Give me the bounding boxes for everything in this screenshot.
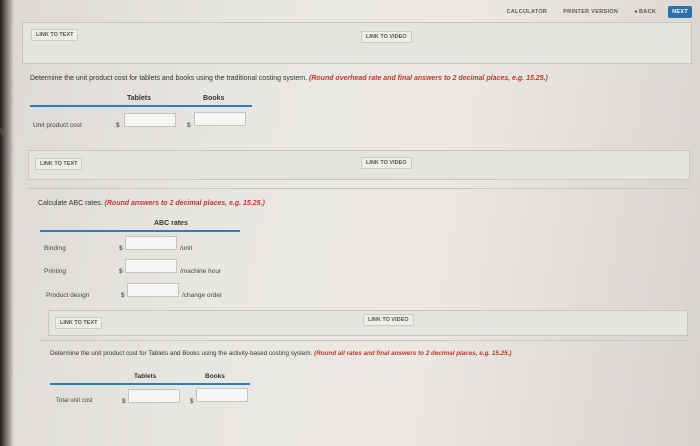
table-header-row [40,216,240,232]
currency-symbol: $ [122,398,126,405]
link-to-text[interactable]: LINK TO TEXT [55,317,103,329]
traditional-instruction: Determine the unit product cost for tabl… [30,75,690,82]
links-panel-lower: LINK TO TEXT LINK TO VIDEO [48,310,688,336]
col-books: Books [205,373,225,380]
link-to-video[interactable]: LINK TO VIDEO [361,157,412,169]
currency-symbol: $ [187,122,191,129]
tablets-total-cost-input[interactable] [128,389,180,403]
product-design-label: Product design [46,292,90,299]
printing-rate-input[interactable] [125,259,177,273]
printer-version-button[interactable]: PRINTER VERSION [559,6,622,18]
col-abc-rates: ABC rates [154,220,188,227]
screen: CALCULATOR PRINTER VERSION ◂ BACK NEXT L… [0,0,700,446]
activity-based-instruction: Determine the unit product cost for Tabl… [50,350,690,357]
unit-product-cost-label: Unit product cost [33,122,82,129]
books-total-cost-input[interactable] [196,388,248,402]
col-tablets: Tablets [127,95,151,102]
currency-symbol: $ [116,122,120,129]
currency-symbol: $ [119,245,123,252]
divider [40,340,690,341]
rounding-note: (Round answers to 2 decimal places, e.g.… [104,200,265,207]
binding-rate-input[interactable] [125,236,177,250]
link-to-text[interactable]: LINK TO TEXT [35,158,83,170]
tablets-unit-cost-input[interactable] [124,113,176,127]
binding-unit: /unit [180,245,193,252]
links-panel-mid: LINK TO TEXT LINK TO VIDEO [28,150,690,180]
books-unit-cost-input[interactable] [194,112,246,126]
rounding-note: (Round all rates and final answers to 2 … [314,350,512,357]
link-to-video[interactable]: LINK TO VIDEO [363,314,414,326]
col-tablets: Tablets [134,373,157,380]
printing-label: Printing [44,268,67,275]
top-toolbar: CALCULATOR PRINTER VERSION ◂ BACK NEXT [503,6,692,18]
divider [28,188,690,189]
instruction-text: Calculate ABC rates. [38,200,103,207]
links-panel-top: LINK TO TEXT LINK TO VIDEO [22,22,692,64]
back-button[interactable]: ◂ BACK [630,6,660,18]
printing-unit: /machine hour [180,268,222,275]
total-unit-cost-label: Total unit cost [56,398,93,404]
link-to-text[interactable]: LINK TO TEXT [31,29,79,41]
currency-symbol: $ [119,268,123,275]
col-books: Books [203,95,225,102]
edge-glyph: ly [0,127,6,136]
currency-symbol: $ [190,398,194,405]
rounding-note: (Round overhead rate and final answers t… [309,75,548,82]
calculator-button[interactable]: CALCULATOR [503,6,552,18]
instruction-text: Determine the unit product cost for Tabl… [50,350,313,357]
left-edge-shadow [0,0,14,446]
instruction-text: Determine the unit product cost for tabl… [30,75,308,82]
next-button[interactable]: NEXT [668,6,692,18]
abc-instruction: Calculate ABC rates. (Round answers to 2… [38,200,265,207]
binding-label: Binding [44,245,66,252]
currency-symbol: $ [121,292,125,299]
product-design-rate-input[interactable] [127,283,179,297]
product-design-unit: /change order [182,292,223,299]
link-to-video[interactable]: LINK TO VIDEO [361,31,412,43]
